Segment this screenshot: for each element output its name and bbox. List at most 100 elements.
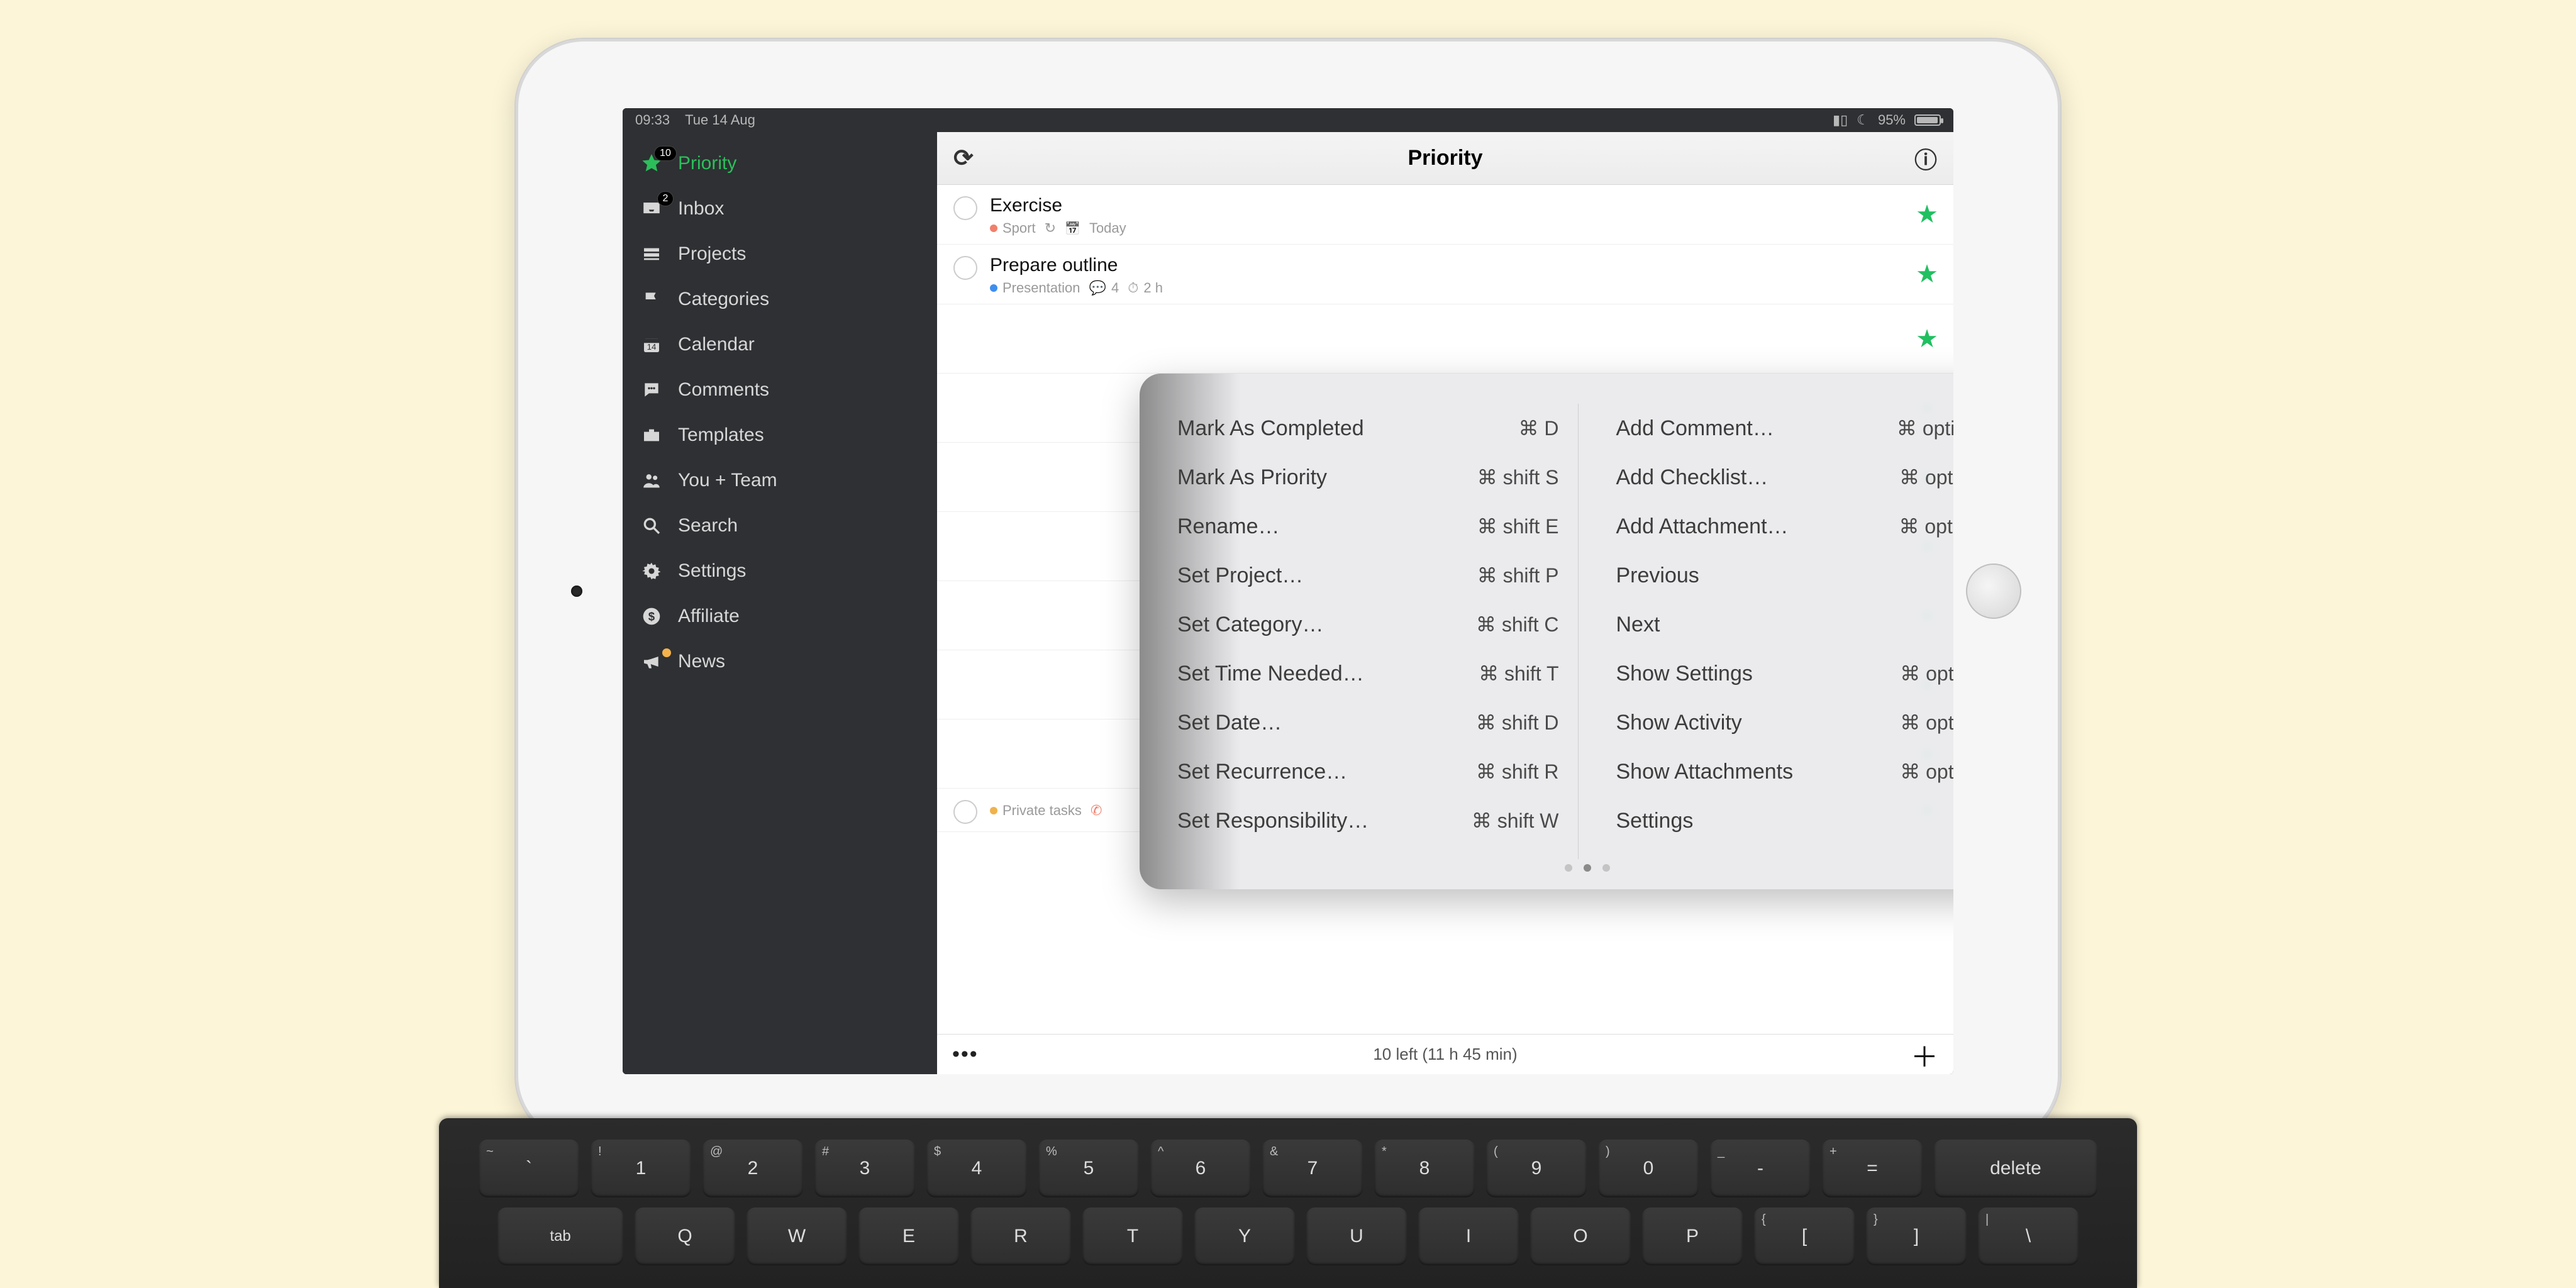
sidebar-item-inbox[interactable]: 2 Inbox [623, 186, 937, 231]
key[interactable]: }] [1866, 1208, 1967, 1265]
sidebar-item-categories[interactable]: Categories [623, 277, 937, 322]
sidebar-item-settings[interactable]: Settings [623, 548, 937, 594]
key[interactable]: Q [635, 1208, 735, 1265]
key[interactable]: )0 [1598, 1140, 1699, 1197]
sidebar-item-label: You + Team [678, 470, 777, 491]
key[interactable]: _- [1710, 1140, 1811, 1197]
sidebar-item-calendar[interactable]: 14 Calendar [623, 322, 937, 367]
hud-shortcut-label: Show Settings [1616, 662, 1753, 686]
more-icon[interactable]: ••• [952, 1042, 979, 1067]
hud-shortcut-row: Show Settings ⌘ option 1 [1616, 649, 1954, 698]
footer-status: 10 left (11 h 45 min) [1373, 1045, 1517, 1064]
key[interactable]: O [1530, 1208, 1631, 1265]
key[interactable]: &7 [1262, 1140, 1363, 1197]
hud-shortcut-label: Add Checklist… [1616, 465, 1768, 490]
pager-dot[interactable] [1584, 864, 1591, 872]
hud-shortcut-label: Add Attachment… [1616, 514, 1789, 539]
priority-star-icon[interactable]: ★ [1916, 260, 1938, 289]
task-row[interactable]: ★ [937, 304, 1953, 374]
refresh-icon[interactable]: ⟳ [953, 144, 974, 172]
hud-shortcut-keys: ⌘ option 1 [1900, 662, 1953, 686]
key[interactable]: E [858, 1208, 959, 1265]
key[interactable]: !1 [591, 1140, 691, 1197]
hud-shortcut-label: Settings [1616, 809, 1694, 833]
hud-shortcut-label: Mark As Priority [1177, 465, 1327, 490]
key[interactable]: %5 [1038, 1140, 1139, 1197]
svg-text:14: 14 [647, 342, 657, 352]
hud-shortcut-label: Rename… [1177, 514, 1280, 539]
stack-icon [639, 242, 664, 267]
info-icon[interactable]: ⓘ [1914, 142, 1937, 175]
key[interactable]: tab [497, 1208, 623, 1265]
key[interactable]: T [1082, 1208, 1183, 1265]
task-checkbox[interactable] [953, 196, 977, 220]
hud-shortcut-row: Show Activity⌘ option 2 [1616, 698, 1954, 747]
hud-pager[interactable] [1177, 864, 1953, 872]
battery-pct: 95% [1878, 112, 1906, 128]
key[interactable]: ~` [479, 1140, 579, 1197]
pager-dot[interactable] [1565, 864, 1572, 872]
chat-icon [639, 377, 664, 402]
add-task-button[interactable]: ＋ [1911, 1035, 1938, 1075]
sidebar-item-label: News [678, 651, 725, 672]
key[interactable]: |\ [1978, 1208, 2079, 1265]
key[interactable]: delete [1934, 1140, 2097, 1197]
pager-dot[interactable] [1602, 864, 1610, 872]
sidebar-item-affiliate[interactable]: $ Affiliate [623, 594, 937, 639]
task-checkbox[interactable] [953, 800, 977, 824]
sidebar-item-label: Inbox [678, 198, 724, 219]
hud-shortcut-row: Previous⌘ ▲ [1616, 551, 1954, 600]
sidebar-item-search[interactable]: Search [623, 503, 937, 548]
hud-shortcut-label: Show Activity [1616, 711, 1742, 735]
key[interactable]: R [970, 1208, 1071, 1265]
key[interactable]: Y [1194, 1208, 1295, 1265]
news-dot-badge [662, 648, 671, 657]
priority-star-icon[interactable]: ★ [1916, 325, 1938, 353]
hud-shortcut-row: Set Project…⌘ shift P [1177, 551, 1559, 600]
hud-shortcut-row: Next⌘ ▼ [1616, 600, 1954, 649]
star-icon: 10 [639, 151, 664, 176]
screen: 09:33 Tue 14 Aug ▮▯ ☾ 95% [623, 108, 1953, 1074]
topbar: ⟳ Priority ⓘ [937, 132, 1953, 185]
sidebar-item-label: Settings [678, 560, 746, 582]
statusbar-time: 09:33 [635, 112, 670, 128]
key[interactable]: P [1642, 1208, 1743, 1265]
hud-shortcut-row: Rename…⌘ shift E [1177, 502, 1559, 551]
sidebar-item-projects[interactable]: Projects [623, 231, 937, 277]
sidebar-item-priority[interactable]: 10 Priority [623, 141, 937, 186]
gear-icon [639, 558, 664, 584]
hud-shortcut-keys: ⌘ option A [1899, 514, 1953, 538]
svg-text:$: $ [648, 610, 655, 623]
hud-shortcut-label: Set Recurrence… [1177, 760, 1347, 784]
key[interactable]: *8 [1374, 1140, 1475, 1197]
key[interactable]: $4 [926, 1140, 1027, 1197]
key[interactable]: (9 [1486, 1140, 1587, 1197]
home-button[interactable] [1966, 564, 2021, 619]
hud-shortcut-keys: ⌘ ▼ [1951, 613, 1953, 636]
priority-badge: 10 [654, 146, 677, 161]
sidebar-item-news[interactable]: News [623, 639, 937, 684]
key[interactable]: ^6 [1150, 1140, 1251, 1197]
key[interactable]: W [747, 1208, 847, 1265]
sidebar-item-label: Categories [678, 289, 769, 310]
hud-shortcut-row: Add Attachment… ⌘ option A [1616, 502, 1954, 551]
priority-star-icon[interactable]: ★ [1916, 200, 1938, 229]
key[interactable]: {[ [1754, 1208, 1855, 1265]
task-checkbox[interactable] [953, 256, 977, 280]
key[interactable]: @2 [702, 1140, 803, 1197]
sidebar-item-templates[interactable]: Templates [623, 413, 937, 458]
task-row[interactable]: Prepare outline Presentation 💬 4 ⏱ 2 h ★ [937, 245, 1953, 304]
sidebar-item-team[interactable]: You + Team [623, 458, 937, 503]
task-row[interactable]: Exercise Sport Today ★ [937, 185, 1953, 245]
task-meta: Sport Today [990, 220, 1937, 236]
keyboard-shortcut-hud: Mark As Completed⌘ DMark As Priority⌘ sh… [1140, 374, 1953, 889]
hud-shortcut-label: Set Responsibility… [1177, 809, 1368, 833]
sidebar-item-comments[interactable]: Comments [623, 367, 937, 413]
task-title: Exercise [990, 195, 1937, 216]
key[interactable]: I [1418, 1208, 1519, 1265]
key[interactable]: U [1306, 1208, 1407, 1265]
key[interactable]: += [1822, 1140, 1923, 1197]
hud-shortcut-row: Set Recurrence…⌘ shift R [1177, 747, 1559, 796]
key[interactable]: #3 [814, 1140, 915, 1197]
hud-shortcut-keys: ⌘ shift T [1479, 662, 1558, 686]
